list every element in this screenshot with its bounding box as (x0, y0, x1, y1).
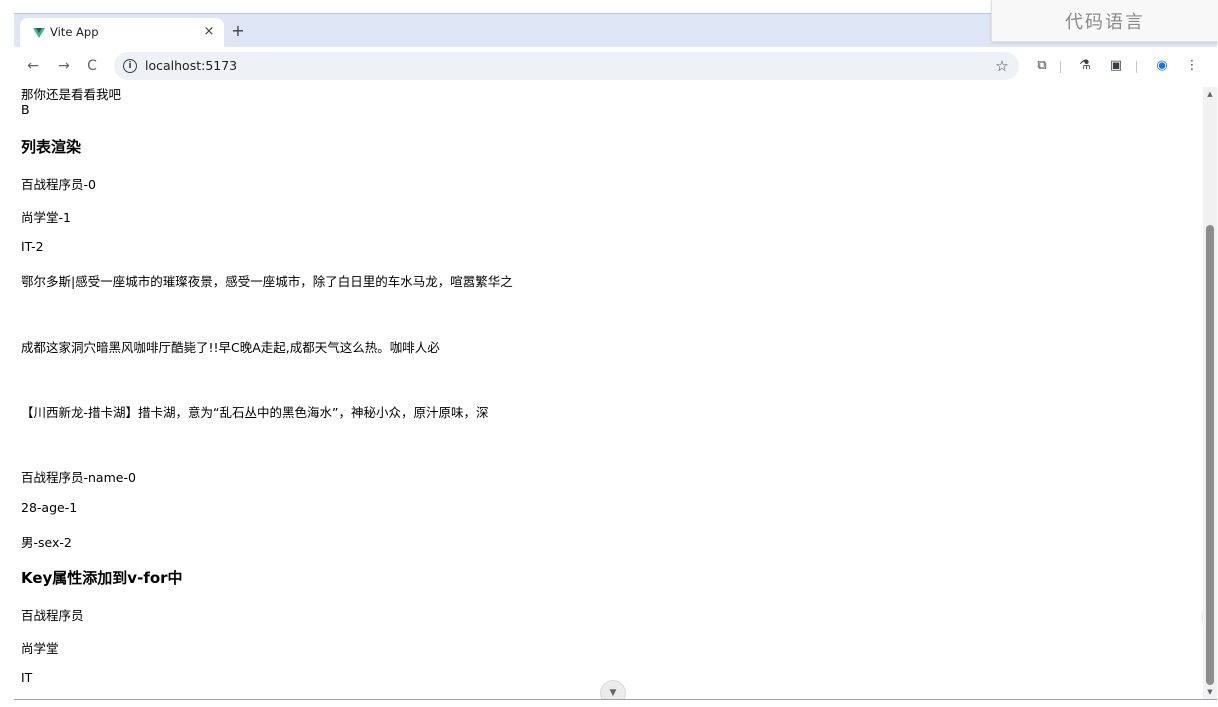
vue-logo-icon (33, 28, 45, 38)
keyed-list-item: 百战程序员 (21, 608, 84, 623)
object-list-item: 百战程序员-name-0 (21, 470, 136, 485)
keyed-list-item: IT (21, 670, 33, 685)
browser-window: Vite App × + ← → C i localhost:5173 ☆ ⧉ … (14, 13, 1217, 700)
tab-title: Vite App (50, 25, 99, 39)
labs-flask-icon[interactable]: ⚗ (1075, 56, 1095, 76)
profile-icon[interactable]: ◉ (1152, 56, 1172, 76)
list-item: 尚学堂-1 (21, 210, 71, 225)
article-item: 【川西新龙-措卡湖】措卡湖，意为“乱石丛中的黑色海水”，神秘小众，原汁原味，深 (21, 405, 489, 420)
url-text[interactable]: localhost:5173 (145, 58, 237, 73)
screen: Vite App × + ← → C i localhost:5173 ☆ ⧉ … (0, 0, 1218, 707)
list-item: 百战程序员-0 (21, 177, 96, 192)
object-list-item: 男-sex-2 (21, 535, 72, 550)
toolbar-separator (1060, 61, 1061, 73)
address-bar[interactable]: i localhost:5173 ☆ (114, 52, 1019, 80)
forward-button[interactable]: → (53, 55, 75, 77)
ime-floating-panel[interactable]: 代码语言 (991, 0, 1218, 42)
browser-toolbar: ← → C i localhost:5173 ☆ ⧉ ⚗ ▣ ◉ ⋮ (14, 47, 1217, 87)
vertical-scrollbar[interactable]: ▲ ▼ (1203, 87, 1217, 699)
scrollbar-thumb[interactable] (1206, 225, 1214, 685)
scroll-down-arrow-icon[interactable]: ▼ (1203, 685, 1217, 699)
back-button[interactable]: ← (22, 55, 44, 77)
page-viewport[interactable]: 那你还是看看我吧 B 列表渲染 百战程序员-0 尚学堂-1 IT-2 鄂尔多斯|… (14, 87, 1217, 699)
list-item: IT-2 (21, 239, 44, 254)
partial-text-line: 那你还是看看我吧 (21, 87, 122, 102)
object-list-item: 28-age-1 (21, 500, 78, 515)
site-info-icon[interactable]: i (123, 59, 137, 73)
ime-language-label: 代码语言 (1065, 12, 1145, 33)
menu-kebab-icon[interactable]: ⋮ (1182, 56, 1202, 76)
new-tab-button[interactable]: + (228, 21, 248, 41)
article-item: 鄂尔多斯|感受一座城市的璀璨夜景，感受一座城市，除了白日里的车水马龙，喧嚣繁华之 (21, 274, 513, 289)
bookmark-star-icon[interactable]: ☆ (991, 55, 1013, 77)
scroll-down-icon[interactable]: ▼ (600, 680, 626, 699)
toolbar-separator (1136, 61, 1137, 73)
text-b: B (21, 102, 30, 117)
section-title-key-attribute: Key属性添加到v-for中 (21, 569, 183, 587)
reload-button[interactable]: C (81, 55, 103, 77)
tab-vite-app[interactable]: Vite App × (20, 18, 224, 47)
keyed-list-item: 尚学堂 (21, 641, 59, 656)
article-item: 成都这家洞穴暗黑风咖啡厅酷毙了!!早C晚A走起,成都天气这么热。咖啡人必 (21, 340, 440, 355)
extensions-icon[interactable]: ⧉ (1032, 56, 1052, 76)
media-cast-icon[interactable]: ▣ (1106, 56, 1126, 76)
tab-close-icon[interactable]: × (200, 23, 218, 41)
section-title-list-rendering: 列表渲染 (21, 138, 82, 156)
scroll-up-arrow-icon[interactable]: ▲ (1203, 87, 1217, 101)
